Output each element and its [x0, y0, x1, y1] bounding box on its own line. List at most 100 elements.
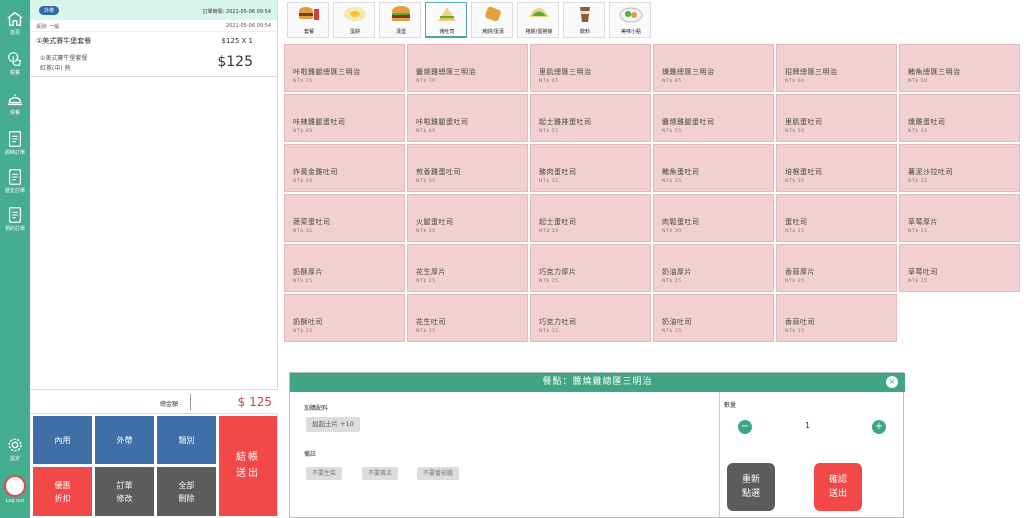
menu-item-card[interactable]: 香蒜吐司 NT$ 15: [776, 294, 897, 342]
sidebar-item-waiting[interactable]: 候餐: [0, 90, 30, 116]
quantity-plus-button[interactable]: +: [872, 420, 886, 434]
category-tab[interactable]: 烤吐司: [425, 2, 467, 38]
menu-item-card[interactable]: 燻雞蛋吐司 NT$ 45: [899, 94, 1020, 142]
menu-item-price: NT$ 60: [785, 79, 805, 84]
menu-item-card[interactable]: 蛋吐司 NT$ 25: [776, 194, 897, 242]
menu-item-name: 咔辣雞腿蛋吐司: [293, 118, 346, 126]
delete-all-button[interactable]: 全部 刪除: [157, 467, 216, 516]
menu-item-price: NT$ 65: [662, 79, 682, 84]
menu-item-card[interactable]: 蔬菜蛋吐司 NT$ 35: [284, 194, 405, 242]
quantity-minus-button[interactable]: −: [738, 420, 752, 434]
menu-item-card[interactable]: 奶油吐司 NT$ 15: [653, 294, 774, 342]
menu-item-price: NT$ 75: [293, 79, 313, 84]
category-tab[interactable]: 套餐: [287, 2, 329, 38]
addon-option-chip[interactable]: 加起士片 +10: [306, 417, 360, 432]
menu-item-card[interactable]: 奶酥吐司 NT$ 15: [284, 294, 405, 342]
menu-item-name: 豬肉蛋吐司: [539, 168, 577, 176]
menu-item-card[interactable]: 肉鬆蛋吐司 NT$ 30: [653, 194, 774, 242]
wrap-icon: [527, 5, 551, 23]
menu-item-card[interactable]: 起士蛋吐司 NT$ 30: [530, 194, 651, 242]
menu-item-name: 招牌總匯三明治: [785, 68, 838, 76]
category-tab[interactable]: 美味小點: [609, 2, 651, 38]
menu-item-card[interactable]: 花生吐司 NT$ 15: [407, 294, 528, 342]
category-tab[interactable]: 烤餅/蛋漢: [471, 2, 513, 38]
confirm-submit-button[interactable]: 確認 送出: [814, 463, 862, 511]
category-label: 蛋餅: [349, 29, 360, 35]
menu-item-card[interactable]: 巧克力吐司 NT$ 15: [530, 294, 651, 342]
menu-item-name: 醬燒雞總匯三明治: [416, 68, 476, 76]
menu-item-card[interactable]: 巧克力厚片 NT$ 25: [530, 244, 651, 292]
sidebar-item-reserved-orders[interactable]: 預約訂單: [0, 206, 30, 232]
menu-item-name: 巧克力厚片: [539, 268, 577, 276]
menu-item-card[interactable]: 草莓厚片 NT$ 25: [899, 194, 1020, 242]
note-option-chip[interactable]: 不要黃瓜: [362, 467, 399, 480]
hand-pointer-icon: [8, 52, 22, 66]
menu-item-card[interactable]: 奶酥厚片 NT$ 25: [284, 244, 405, 292]
menu-item-card[interactable]: 草莓吐司 NT$ 15: [899, 244, 1020, 292]
category-button[interactable]: 類別: [157, 416, 216, 464]
menu-item-card[interactable]: 燻雞總匯三明治 NT$ 65: [653, 44, 774, 92]
menu-item-name: 薯泥沙拉吐司: [908, 168, 953, 176]
category-tab[interactable]: 捲餅/蛋捲條: [517, 2, 559, 38]
order-panel: 外帶 訂單時間: 2021-05-06 09:54 桌別: 一般 2021-05…: [30, 0, 278, 518]
menu-item-price: NT$ 15: [908, 279, 928, 284]
gear-icon: [8, 438, 22, 452]
sidebar-item-label: 候餐: [9, 110, 20, 116]
menu-item-card[interactable]: 起士雞排蛋吐司 NT$ 55: [530, 94, 651, 142]
note-option-chip[interactable]: 不要生菜: [306, 467, 343, 480]
menu-item-name: 花生厚片: [416, 268, 446, 276]
menu-item-card[interactable]: 招牌總匯三明治 NT$ 60: [776, 44, 897, 92]
sidebar-item-settings[interactable]: 設定: [0, 436, 30, 462]
menu-item-card[interactable]: 火腿蛋吐司 NT$ 30: [407, 194, 528, 242]
menu-item-price: NT$ 60: [908, 79, 928, 84]
menu-item-card[interactable]: 咔辣雞腿蛋吐司 NT$ 60: [284, 94, 405, 142]
menu-item-card[interactable]: 里肌總匯三明治 NT$ 65: [530, 44, 651, 92]
menu-item-price: NT$ 55: [539, 129, 559, 134]
menu-item-card[interactable]: 煎香雞蛋吐司 NT$ 35: [407, 144, 528, 192]
sidebar-item-label: 即時訂單: [4, 150, 25, 156]
checkout-button[interactable]: 結帳 送出: [219, 416, 277, 516]
modify-order-button[interactable]: 訂單 修改: [95, 467, 154, 516]
sidebar-item-live-orders[interactable]: 即時訂單: [0, 130, 30, 156]
menu-item-card[interactable]: 鮪魚蛋吐司 NT$ 35: [653, 144, 774, 192]
menu-item-price: NT$ 15: [293, 329, 313, 334]
menu-item-card[interactable]: 醬燒雞腿蛋吐司 NT$ 55: [653, 94, 774, 142]
menu-item-card[interactable]: 薯泥沙拉吐司 NT$ 35: [899, 144, 1020, 192]
menu-item-card[interactable]: 炸黃金雞吐司 NT$ 40: [284, 144, 405, 192]
menu-item-card[interactable]: 咔啦雞腿蛋吐司 NT$ 60: [407, 94, 528, 142]
sidebar-item-history-orders[interactable]: 歷史訂單: [0, 168, 30, 194]
category-tab[interactable]: 漢堡: [379, 2, 421, 38]
category-tab[interactable]: 飲料: [563, 2, 605, 38]
menu-item-card[interactable]: 香蒜厚片 NT$ 25: [776, 244, 897, 292]
drink-cup-icon: [573, 5, 597, 23]
sidebar-item-order[interactable]: 點餐: [0, 50, 30, 76]
document-icon: [8, 131, 22, 147]
menu-item-price: NT$ 55: [662, 129, 682, 134]
menu-item-card[interactable]: 花生厚片 NT$ 25: [407, 244, 528, 292]
reset-selection-button[interactable]: 重新 點選: [727, 463, 775, 511]
menu-item-card[interactable]: 鮪魚總匯三明治 NT$ 60: [899, 44, 1020, 92]
menu-item-card[interactable]: 咔啦雞腿總匯三明治 NT$ 75: [284, 44, 405, 92]
table-label: 桌別: 一般: [36, 24, 60, 30]
note-option-chip[interactable]: 不要番茄醬: [417, 467, 460, 480]
logout-button[interactable]: Log out: [0, 498, 30, 504]
menu-item-card[interactable]: 里肌蛋吐司 NT$ 50: [776, 94, 897, 142]
sidebar-item-home[interactable]: 首頁: [0, 10, 30, 36]
category-tab[interactable]: 蛋餅: [333, 2, 375, 38]
menu-item-card[interactable]: 豬肉蛋吐司 NT$ 35: [530, 144, 651, 192]
divider: [190, 394, 191, 410]
order-line-item[interactable]: ①美式賽牛堡套餐 $125 X 1 ①美式賽牛堡套餐 紅茶(中) 熱 $125: [30, 32, 277, 77]
menu-item-name: 草莓吐司: [908, 268, 938, 276]
category-label: 漢堡: [395, 29, 406, 35]
menu-item-price: NT$ 60: [416, 129, 436, 134]
quantity-label: 數量: [724, 402, 737, 409]
takeout-button[interactable]: 外帶: [95, 416, 154, 464]
home-icon: [7, 11, 23, 27]
menu-item-card[interactable]: 培根蛋吐司 NT$ 35: [776, 144, 897, 192]
menu-item-name: 肉鬆蛋吐司: [662, 218, 700, 226]
menu-item-card[interactable]: 奶油厚片 NT$ 25: [653, 244, 774, 292]
menu-item-card[interactable]: 醬燒雞總匯三明治 NT$ 70: [407, 44, 528, 92]
close-icon[interactable]: ×: [886, 376, 898, 388]
dine-in-button[interactable]: 內用: [33, 416, 92, 464]
discount-button[interactable]: 優惠 折扣: [33, 467, 92, 516]
